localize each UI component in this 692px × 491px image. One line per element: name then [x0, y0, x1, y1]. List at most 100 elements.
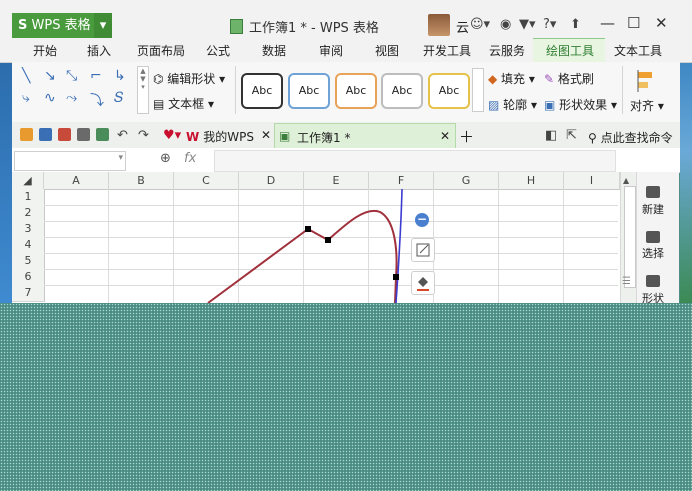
row-header[interactable]: 3	[12, 221, 45, 238]
line-icon[interactable]: ╲	[22, 68, 30, 84]
row-header[interactable]: 5	[12, 253, 45, 270]
document-title: 工作簿1 * - WPS 表格	[249, 21, 379, 36]
share-icon[interactable]: ⇱	[566, 128, 577, 143]
shape-icon[interactable]	[646, 275, 660, 287]
align-button[interactable]: 对齐 ▾	[630, 97, 664, 114]
avatar[interactable]	[428, 14, 450, 36]
curved-connector-icon[interactable]: ∿	[44, 90, 56, 106]
shape-gallery[interactable]: ╲ ↘ ⤡ ⌐ ↳ ⤷ ∿ ⤳ ⤵ 𝑆	[20, 68, 140, 112]
shape-style-4[interactable]: Abc	[381, 73, 423, 109]
panel-resize-handle[interactable]: ☰	[622, 276, 631, 287]
cloud-label[interactable]: 云	[456, 17, 469, 36]
elbow-arrow-icon[interactable]: ↳	[114, 68, 126, 84]
folder-icon[interactable]	[20, 128, 33, 141]
find-command-search[interactable]: ⚲ 点此查找命令	[588, 129, 673, 146]
tab-cloud[interactable]: 云服务	[489, 42, 525, 59]
scrollbar-thumb[interactable]	[624, 186, 636, 288]
column-header[interactable]: G	[434, 172, 499, 190]
shape-style-5[interactable]: Abc	[428, 73, 470, 109]
column-header[interactable]: E	[304, 172, 369, 190]
column-header[interactable]: I	[564, 172, 620, 190]
row-header[interactable]: 6	[12, 269, 45, 286]
tab-developer[interactable]: 开发工具	[423, 42, 471, 59]
text-box-button[interactable]: ▤ 文本框 ▾	[153, 95, 214, 112]
outline-button[interactable]: ▨ 轮廓 ▾	[488, 96, 537, 113]
new-tab-icon[interactable]: ＋	[459, 126, 474, 147]
row-header[interactable]: 2	[12, 205, 45, 222]
tab-insert[interactable]: 插入	[87, 42, 111, 59]
close-icon[interactable]: ✕	[655, 14, 668, 32]
elbow-connector-icon[interactable]: ⌐	[90, 68, 102, 84]
arrow-line-icon[interactable]: ↘	[44, 68, 56, 84]
curved-arrow-icon[interactable]: ⤳	[66, 90, 77, 106]
align-icon[interactable]	[636, 70, 656, 92]
tab-formulas[interactable]: 公式	[206, 42, 230, 59]
close-tab-icon[interactable]: ✕	[440, 129, 450, 143]
row-header[interactable]: 4	[12, 237, 45, 254]
name-box[interactable]: ▾	[14, 151, 126, 171]
tab-view[interactable]: 视图	[375, 42, 399, 59]
side-new-button[interactable]: 新建	[642, 201, 664, 217]
shape-gallery-scroll[interactable]: ▲ ▼ ▾	[137, 66, 149, 114]
edit-shape-button[interactable]: ⌬ 编辑形状 ▾	[153, 70, 225, 87]
row-header[interactable]: 1	[12, 189, 45, 206]
column-header[interactable]: A	[44, 172, 109, 190]
customize-icon[interactable]: ♥▾	[163, 128, 181, 143]
minimize-icon[interactable]: —	[600, 14, 615, 32]
tab-text-tools[interactable]: 文本工具	[614, 42, 662, 59]
my-wps-tab[interactable]: W 我的WPS	[186, 128, 254, 145]
shape-style-float-button[interactable]	[411, 238, 435, 262]
tab-data[interactable]: 数据	[262, 42, 286, 59]
tab-home[interactable]: 开始	[33, 42, 57, 59]
print-preview-icon[interactable]	[96, 128, 109, 141]
shape-style-2[interactable]: Abc	[288, 73, 330, 109]
scroll-up-icon[interactable]: ▲	[623, 176, 629, 185]
settings-icon[interactable]: ☺▾	[470, 17, 490, 32]
tab-page-layout[interactable]: 页面布局	[137, 42, 185, 59]
help-icon[interactable]: ?▾	[543, 17, 556, 32]
column-header[interactable]: B	[109, 172, 174, 190]
fullscreen-icon[interactable]: ⬆	[570, 17, 581, 32]
edit-shape-icon	[416, 243, 430, 257]
shape-style-1[interactable]: Abc	[241, 73, 283, 109]
maximize-icon[interactable]: ☐	[627, 14, 640, 32]
shape-effects-button[interactable]: ▣ 形状效果 ▾	[544, 96, 617, 113]
export-pdf-icon[interactable]	[58, 128, 71, 141]
tab-review[interactable]: 审阅	[319, 42, 343, 59]
format-painter-button[interactable]: ✎ 格式刷	[544, 70, 594, 87]
backup-icon[interactable]: ◧	[545, 128, 557, 143]
select-icon[interactable]	[646, 231, 660, 243]
freeform-icon[interactable]: 𝑆	[114, 90, 123, 106]
save-icon[interactable]	[39, 128, 52, 141]
shape-fill-float-button[interactable]	[411, 271, 435, 295]
print-icon[interactable]	[77, 128, 90, 141]
row-header[interactable]: 7	[12, 285, 45, 302]
insert-function-icon[interactable]: fx	[184, 151, 196, 166]
collapse-icon[interactable]: −	[415, 213, 429, 227]
formula-input[interactable]	[214, 150, 616, 172]
column-header[interactable]: F	[369, 172, 434, 190]
column-header[interactable]: D	[239, 172, 304, 190]
skin-icon[interactable]: ▼▾	[519, 17, 536, 32]
redo-icon[interactable]: ↷	[138, 128, 149, 143]
workbook-tab[interactable]: ▣ 工作簿1 * ✕	[274, 123, 456, 149]
column-header[interactable]: H	[499, 172, 564, 190]
select-all-corner[interactable]: ◢	[12, 172, 44, 190]
curved-double-arrow-icon[interactable]: ⤵	[90, 90, 104, 110]
fill-button[interactable]: ◆ 填充 ▾	[488, 70, 535, 87]
chevron-down-icon[interactable]: ▾	[118, 153, 123, 163]
zoom-search-icon[interactable]: ⊕	[160, 151, 171, 166]
column-header[interactable]: C	[174, 172, 239, 190]
style-gallery-scroll[interactable]	[472, 68, 484, 112]
feedback-icon[interactable]: ◉	[500, 17, 511, 32]
new-icon[interactable]	[646, 186, 660, 198]
side-select-button[interactable]: 选择	[642, 245, 664, 261]
double-arrow-icon[interactable]: ⤡	[66, 68, 77, 84]
undo-icon[interactable]: ↶	[117, 128, 128, 143]
shape-style-3[interactable]: Abc	[335, 73, 377, 109]
chevron-down-icon[interactable]: ▾	[94, 13, 112, 38]
close-tab-icon[interactable]: ✕	[261, 128, 271, 142]
elbow-double-arrow-icon[interactable]: ⤷	[22, 90, 30, 106]
app-menu-button[interactable]: S WPS 表格 ▾	[12, 13, 112, 38]
tab-drawing-tools[interactable]: 绘图工具	[546, 42, 594, 59]
